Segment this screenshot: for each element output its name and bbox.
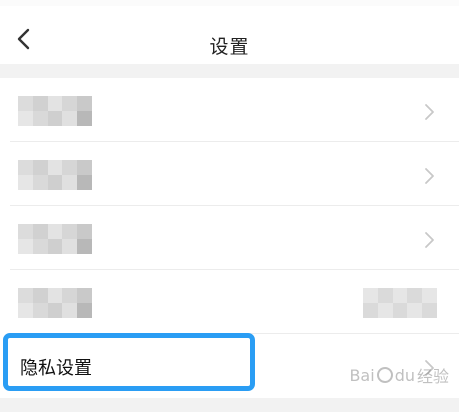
chevron-right-icon bbox=[425, 104, 434, 120]
settings-item-3[interactable] bbox=[0, 206, 459, 270]
bottom-gap bbox=[0, 398, 459, 412]
blurred-label bbox=[18, 224, 92, 254]
watermark-text-jingyan: 经验 bbox=[416, 367, 449, 386]
watermark-text-du: du bbox=[394, 365, 415, 385]
privacy-settings-label: 隐私设置 bbox=[20, 358, 92, 379]
settings-item-1[interactable] bbox=[0, 78, 459, 142]
blurred-value bbox=[363, 288, 437, 318]
paw-icon bbox=[376, 367, 393, 383]
blurred-label bbox=[18, 288, 92, 318]
settings-item-4[interactable] bbox=[0, 270, 459, 334]
chevron-right-icon bbox=[425, 232, 434, 248]
baidu-watermark: Bai du 经验 bbox=[349, 363, 449, 387]
header: 设置 bbox=[0, 6, 459, 64]
settings-item-2[interactable] bbox=[0, 142, 459, 206]
section-gap bbox=[0, 64, 459, 78]
blurred-label bbox=[18, 96, 92, 126]
chevron-right-icon bbox=[425, 168, 434, 184]
watermark-text-bai: Bai bbox=[349, 365, 375, 385]
blurred-label bbox=[18, 160, 92, 190]
page-title: 设置 bbox=[209, 36, 250, 58]
